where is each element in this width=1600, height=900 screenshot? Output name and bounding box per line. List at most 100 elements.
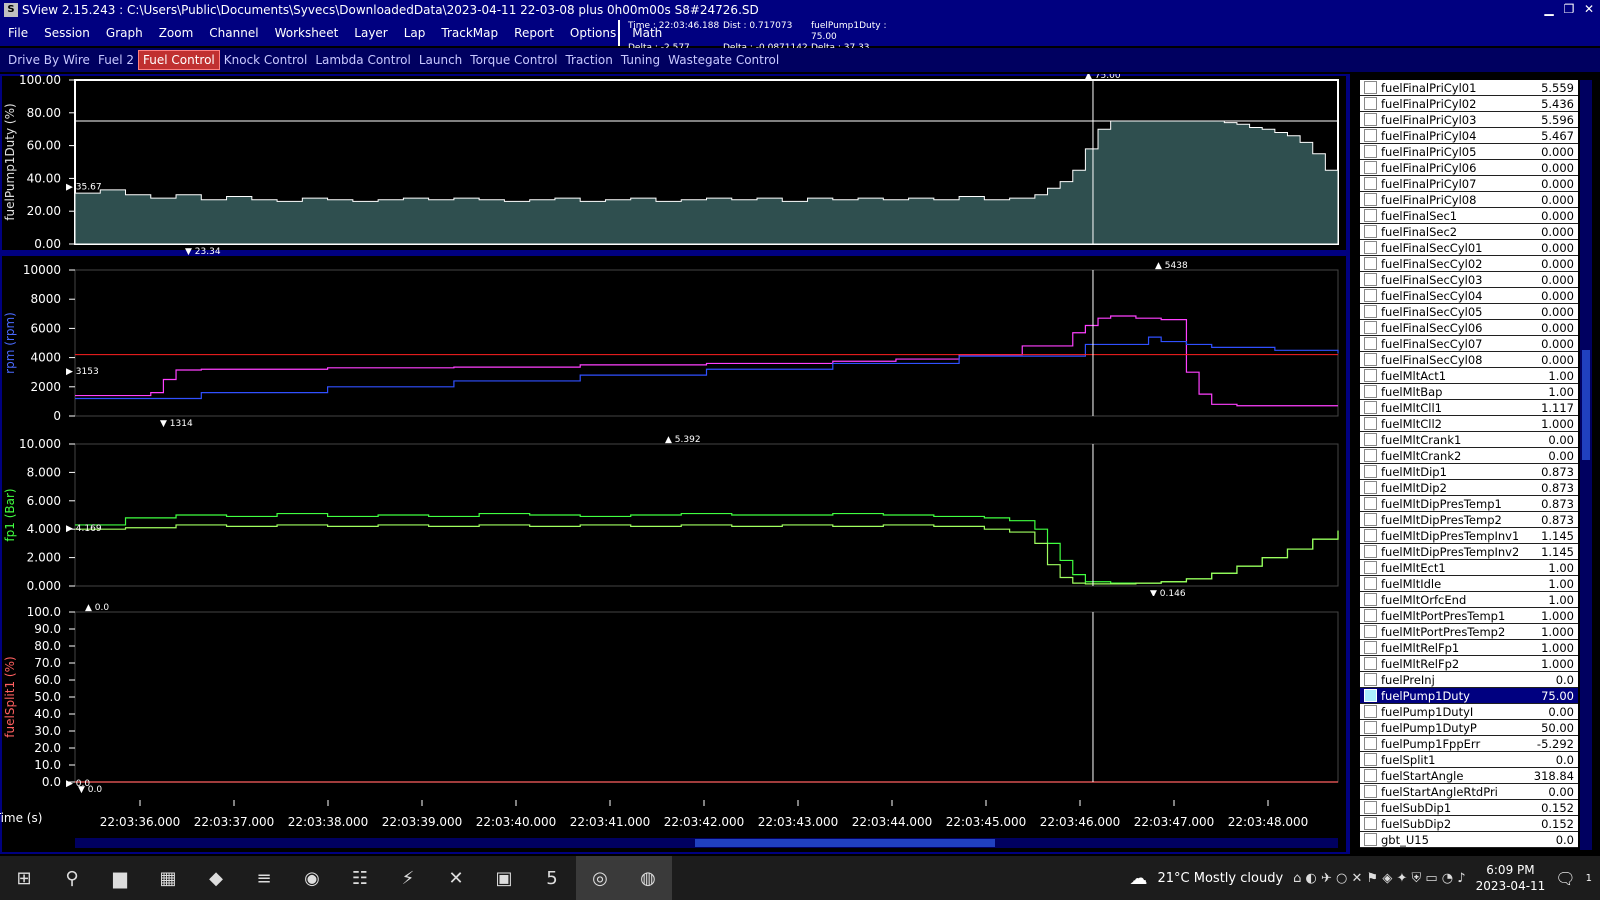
channel-row[interactable]: fuelSubDip2 0.152 [1360,816,1578,832]
channel-row[interactable]: fuelFinalSecCyl05 0.000 [1360,304,1578,320]
terminal-icon[interactable]: ≡ [240,856,288,900]
channel-row[interactable]: fuelFinalPriCyl03 5.596 [1360,112,1578,128]
channel-checkbox[interactable] [1364,177,1377,190]
flash-tool-icon[interactable]: ⚡ [384,856,432,900]
x-app-icon[interactable]: ✕ [432,856,480,900]
channel-row[interactable]: fuelFinalSecCyl01 0.000 [1360,240,1578,256]
channel-checkbox[interactable] [1364,465,1377,478]
channel-row[interactable]: fuelFinalPriCyl05 0.000 [1360,144,1578,160]
plots-svg[interactable]: 100.0080.0060.0040.0020.000.00fuelPump1D… [0,74,1350,854]
channel-checkbox[interactable] [1364,417,1377,430]
channel-row[interactable]: fuelSubDip1 0.152 [1360,800,1578,816]
tab-tuning[interactable]: Tuning [617,51,664,69]
channel-row[interactable]: fuelPump1DutyI 0.00 [1360,704,1578,720]
network-tool-icon[interactable]: ☷ [336,856,384,900]
channel-checkbox[interactable] [1364,145,1377,158]
sview-icon[interactable]: ◎ [576,856,624,900]
channel-checkbox[interactable] [1364,657,1377,670]
channel-row[interactable]: fuelFinalPriCyl01 5.559 [1360,80,1578,96]
channel-checkbox[interactable] [1364,481,1377,494]
channel-checkbox[interactable] [1364,385,1377,398]
channel-row[interactable]: fuelPump1FppErr -5.292 [1360,736,1578,752]
channel-checkbox[interactable] [1364,529,1377,542]
calculator-icon[interactable]: ▦ [144,856,192,900]
channel-row[interactable]: fuelMltPortPresTemp1 1.000 [1360,608,1578,624]
tab-torque-control[interactable]: Torque Control [466,51,561,69]
channel-row[interactable]: fuelMltCrank1 0.00 [1360,432,1578,448]
channel-checkbox[interactable] [1364,705,1377,718]
tab-fuel-control[interactable]: Fuel Control [137,50,220,70]
channel-checkbox[interactable] [1364,769,1377,782]
channel-checkbox[interactable] [1364,609,1377,622]
channel-row[interactable]: gbt_U15 0.0 [1360,832,1578,848]
channel-checkbox[interactable] [1364,801,1377,814]
maximize-button[interactable]: ❐ [1562,2,1576,16]
channel-row[interactable]: fuelMltRelFp1 1.000 [1360,640,1578,656]
channel-row[interactable]: fuelFinalSecCyl08 0.000 [1360,352,1578,368]
scal-icon[interactable]: ◍ [624,856,672,900]
channel-list[interactable]: fuelFinalPriCyl01 5.559 fuelFinalPriCyl02 5… [1360,80,1578,850]
channel-checkbox[interactable] [1364,321,1377,334]
channel-checkbox[interactable] [1364,401,1377,414]
channel-row[interactable]: fuelMltCll1 1.117 [1360,400,1578,416]
channel-checkbox[interactable] [1364,353,1377,366]
channel-checkbox[interactable] [1364,833,1377,846]
weather-text[interactable]: 21°C Mostly cloudy [1158,871,1284,886]
channel-row[interactable]: fuelMltRelFp2 1.000 [1360,656,1578,672]
channel-checkbox[interactable] [1364,305,1377,318]
tab-launch[interactable]: Launch [415,51,466,69]
channel-row[interactable]: fuelMltDipPresTempInv2 1.145 [1360,544,1578,560]
channel-checkbox[interactable] [1364,289,1377,302]
menu-file[interactable]: File [0,26,36,40]
search-icon[interactable]: ⚲ [48,856,96,900]
channel-row[interactable]: fuelFinalSecCyl06 0.000 [1360,320,1578,336]
menu-trackmap[interactable]: TrackMap [433,26,506,40]
channel-row[interactable]: fuelMltDipPresTemp2 0.873 [1360,512,1578,528]
channel-row[interactable]: fuelMltIdle 1.00 [1360,576,1578,592]
tab-wastegate-control[interactable]: Wastegate Control [664,51,783,69]
menu-report[interactable]: Report [506,26,562,40]
logger-icon[interactable]: ▣ [480,856,528,900]
channel-row[interactable]: fuelFinalPriCyl08 0.000 [1360,192,1578,208]
plot-area[interactable]: 100.00 80.00 60.00 40.00 20.00 0.00 fuelPump1D… [0,74,1350,854]
channel-checkbox[interactable] [1364,81,1377,94]
channel-list-scrollbar[interactable] [1580,80,1592,850]
channel-checkbox[interactable] [1364,257,1377,270]
channel-row[interactable]: fuelMltBap 1.00 [1360,384,1578,400]
menu-zoom[interactable]: Zoom [151,26,202,40]
tab-fuel-2[interactable]: Fuel 2 [94,51,138,69]
five-app-icon[interactable]: 5 [528,856,576,900]
channel-row[interactable]: fuelStartAngle 318.84 [1360,768,1578,784]
file-explorer-icon[interactable]: ▆ [96,856,144,900]
channel-checkbox[interactable] [1364,625,1377,638]
minimize-button[interactable]: ▁ [1542,2,1556,16]
menu-session[interactable]: Session [36,26,98,40]
channel-row[interactable]: fuelMltAct1 1.00 [1360,368,1578,384]
channel-row[interactable]: fuelMltCll2 1.000 [1360,416,1578,432]
clock[interactable]: 6:09 PM 2023-04-11 [1476,862,1546,894]
channel-row[interactable]: fuelFinalSecCyl07 0.000 [1360,336,1578,352]
channel-checkbox[interactable] [1364,433,1377,446]
channel-row[interactable]: fuelFinalSecCyl02 0.000 [1360,256,1578,272]
channel-row[interactable]: fuelMltCrank2 0.00 [1360,448,1578,464]
channel-checkbox[interactable] [1364,161,1377,174]
channel-row[interactable]: fuelMltOrfcEnd 1.00 [1360,592,1578,608]
channel-row[interactable]: fuelMltDipPresTempInv1 1.145 [1360,528,1578,544]
channel-checkbox[interactable] [1364,113,1377,126]
channel-row[interactable]: fuelPreInj 0.0 [1360,672,1578,688]
channel-checkbox[interactable] [1364,561,1377,574]
channel-checkbox[interactable] [1364,513,1377,526]
menu-channel[interactable]: Channel [201,26,266,40]
channel-row[interactable]: fuelMltDip1 0.873 [1360,464,1578,480]
channel-row[interactable]: fuelFinalSec2 0.000 [1360,224,1578,240]
channel-row[interactable]: fuelFinalPriCyl02 5.436 [1360,96,1578,112]
tab-knock-control[interactable]: Knock Control [220,51,312,69]
channel-row[interactable]: fuelPump1DutyP 50.00 [1360,720,1578,736]
chrome-icon[interactable]: ◉ [288,856,336,900]
channel-checkbox[interactable] [1364,209,1377,222]
channel-checkbox[interactable] [1364,673,1377,686]
channel-checkbox[interactable] [1364,129,1377,142]
tab-traction[interactable]: Traction [561,51,616,69]
channel-row[interactable]: fuelFinalPriCyl07 0.000 [1360,176,1578,192]
channel-checkbox[interactable] [1364,753,1377,766]
